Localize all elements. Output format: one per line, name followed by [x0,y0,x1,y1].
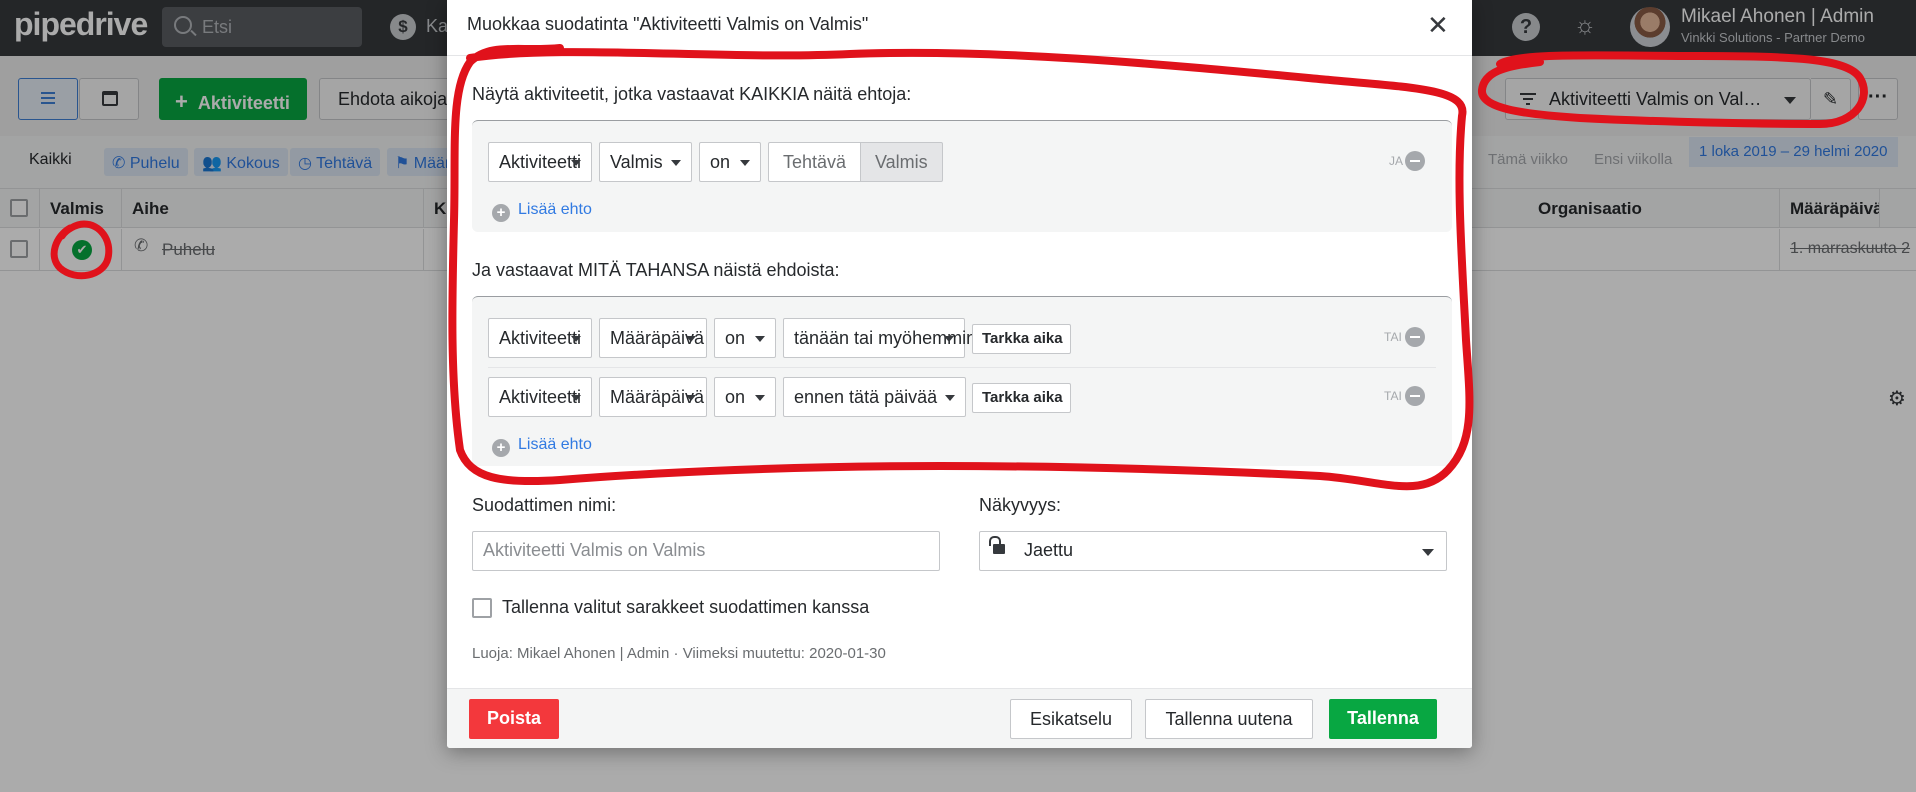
visibility-value: Jaettu [1024,540,1074,560]
all-conditions-box: Aktiviteetti Valmis on Tehtävä Valmis JA… [472,120,1452,232]
condition-entity-value: Aktiviteetti [499,387,582,407]
remove-condition-icon[interactable] [1405,151,1425,171]
add-condition-icon: + [492,439,510,457]
condition-field-select[interactable]: Valmis [599,142,692,182]
condition-operator-select[interactable]: on [714,318,776,358]
conjunction-and: JA [1389,154,1404,168]
conjunction-or: TAI [1384,330,1402,344]
filter-name-label: Suodattimen nimi: [472,495,617,515]
chevron-down-icon [740,160,750,166]
save-button[interactable]: Tallenna [1329,699,1437,739]
filter-meta-info: Luoja: Mikael Ahonen | Admin · Viimeksi … [472,645,886,662]
chevron-down-icon [686,395,696,401]
condition-operator-value: on [710,152,731,172]
delete-button[interactable]: Poista [469,699,559,739]
save-columns-checkbox[interactable] [472,598,492,618]
condition-option-done[interactable]: Valmis [861,142,943,182]
filter-name-input[interactable]: Aktiviteetti Valmis on Valmis [472,531,940,571]
add-condition-link[interactable]: + Lisää ehto [492,201,592,222]
condition-operator-select[interactable]: on [699,142,761,182]
chevron-down-icon [755,336,765,342]
chevron-down-icon [571,160,581,166]
exact-time-button[interactable]: Tarkka aika [972,324,1071,354]
save-as-new-button[interactable]: Tallenna uutena [1145,699,1313,739]
condition-entity-select[interactable]: Aktiviteetti [488,377,592,417]
condition-entity-value: Aktiviteetti [499,328,582,348]
dialog-header: Muokkaa suodatinta "Aktiviteetti Valmis … [447,0,1472,56]
close-icon[interactable]: ✕ [1427,12,1449,38]
chevron-down-icon [755,395,765,401]
add-condition-label: Lisää ehto [518,436,592,453]
visibility-label: Näkyvyys: [979,495,1062,515]
condition-field-select[interactable]: Määräpäivä [599,318,707,358]
visibility-select[interactable]: Jaettu [979,531,1447,571]
add-condition-link[interactable]: + Lisää ehto [492,436,592,457]
preview-button[interactable]: Esikatselu [1010,699,1132,739]
condition-value-select[interactable]: tänään tai myöhemmin [783,318,976,358]
condition-entity-value: Aktiviteetti [499,152,582,172]
any-conditions-box: Aktiviteetti Määräpäivä on tänään tai my… [472,296,1452,466]
condition-entity-select[interactable]: Aktiviteetti [488,318,592,358]
condition-option-task[interactable]: Tehtävä [768,142,861,182]
chevron-down-icon [945,395,955,401]
condition-value-value: ennen tätä päivää [794,387,938,407]
dialog-footer: Poista Esikatselu Tallenna uutena Tallen… [447,688,1472,748]
lock-icon [989,536,1005,554]
all-conditions-label: Näytä aktiviteetit, jotka vastaavat KAIK… [472,84,912,104]
conjunction-or: TAI [1384,389,1402,403]
condition-value-select[interactable]: ennen tätä päivää [783,377,966,417]
condition-entity-select[interactable]: Aktiviteetti [488,142,592,182]
add-condition-label: Lisää ehto [518,201,592,218]
condition-operator-value: on [725,328,746,348]
remove-condition-icon[interactable] [1405,327,1425,347]
chevron-down-icon [944,336,954,342]
condition-field-value: Valmis [610,152,663,172]
condition-field-select[interactable]: Määräpäivä [599,377,707,417]
remove-condition-icon[interactable] [1405,386,1425,406]
chevron-down-icon [571,395,581,401]
condition-operator-value: on [725,387,746,407]
chevron-down-icon [571,336,581,342]
chevron-down-icon [1422,549,1434,556]
condition-operator-select[interactable]: on [714,377,776,417]
row-divider [488,367,1436,368]
any-conditions-label: Ja vastaavat MITÄ TAHANSA näistä ehdoist… [472,260,840,280]
add-condition-icon: + [492,204,510,222]
save-columns-label[interactable]: Tallenna valitut sarakkeet suodattimen k… [502,597,869,618]
chevron-down-icon [671,160,681,166]
chevron-down-icon [686,336,696,342]
exact-time-button[interactable]: Tarkka aika [972,383,1071,413]
dialog-title: Muokkaa suodatinta "Aktiviteetti Valmis … [467,14,869,34]
edit-filter-dialog: Muokkaa suodatinta "Aktiviteetti Valmis … [447,0,1472,748]
